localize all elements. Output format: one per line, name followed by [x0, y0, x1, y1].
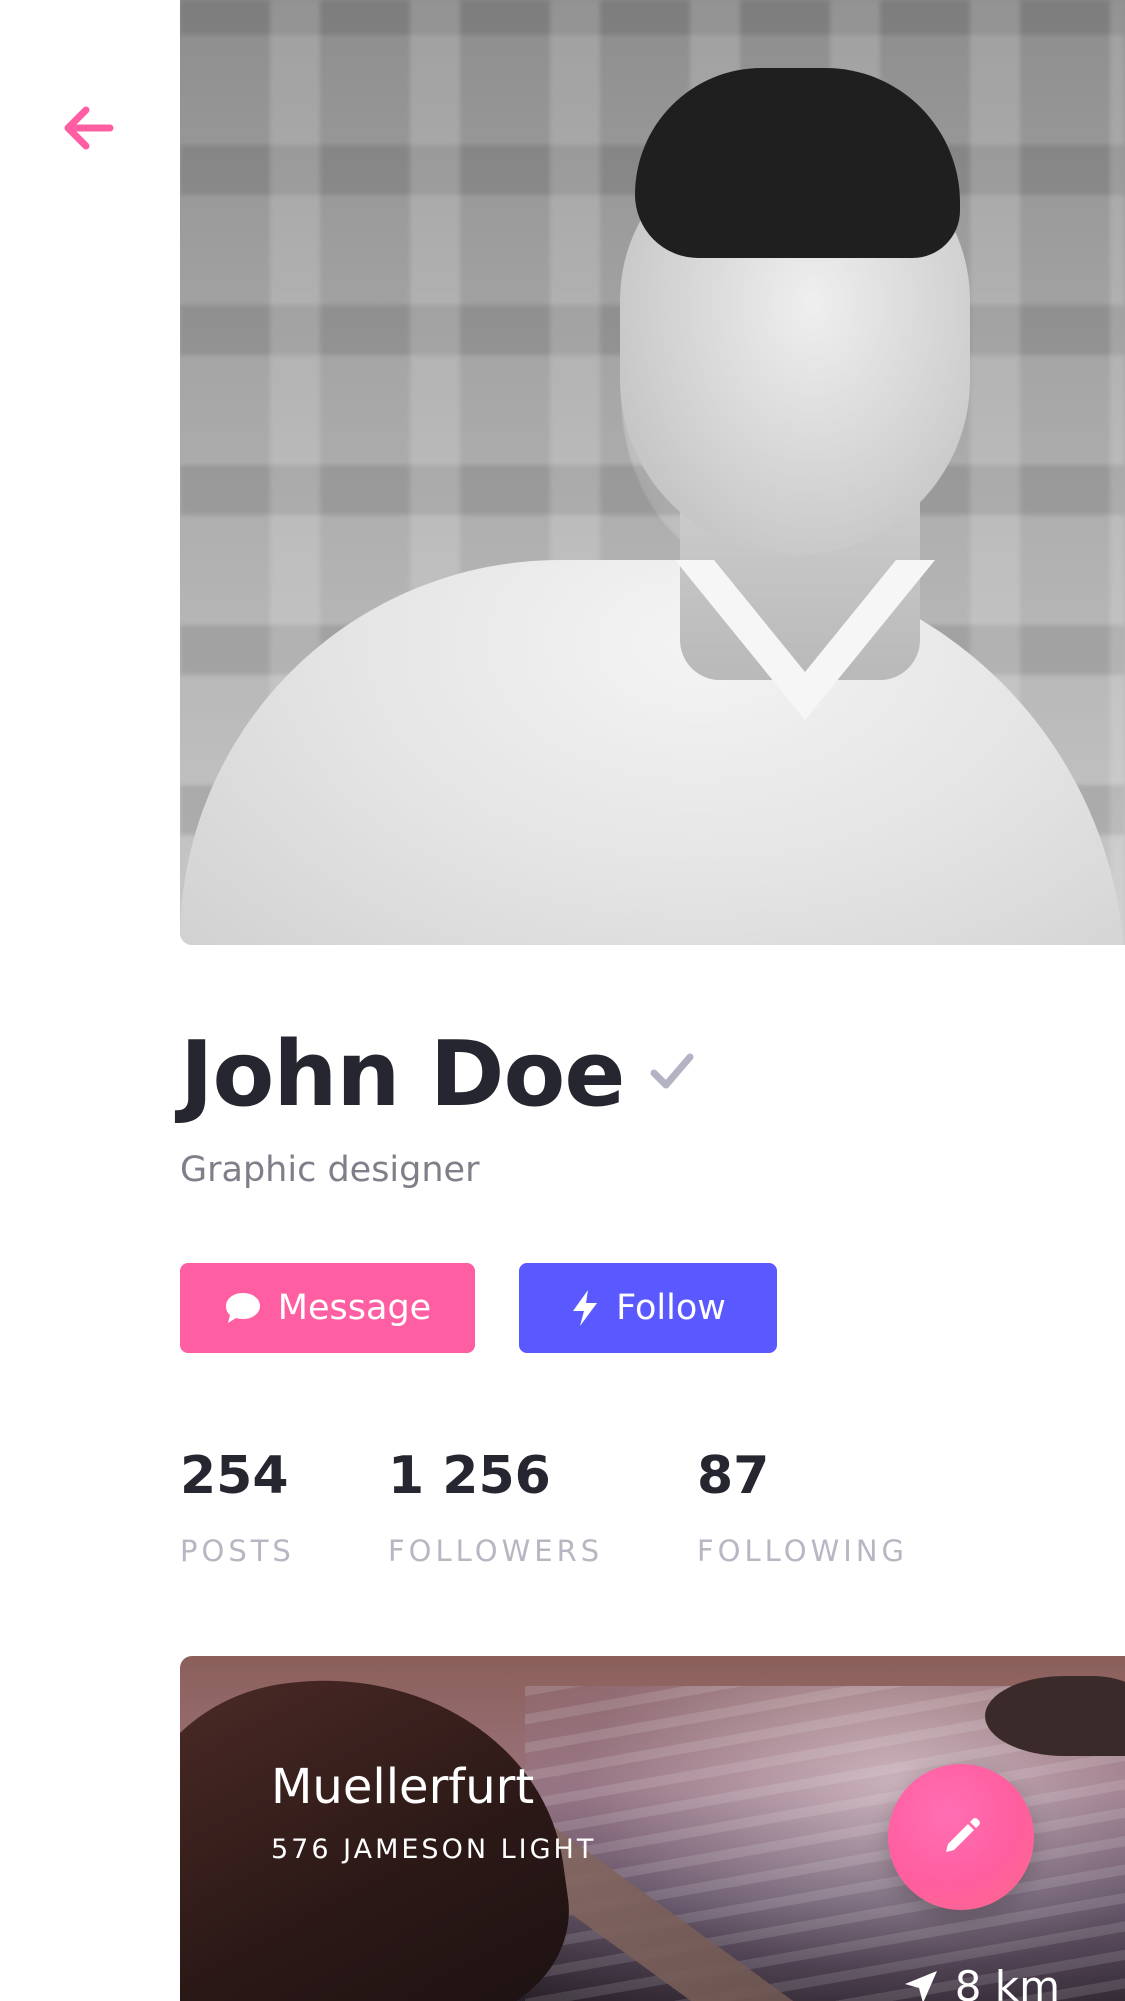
location-arrow-icon: [904, 1970, 937, 2001]
arrow-left-icon: [64, 106, 114, 150]
stat-followers-value: 1 256: [388, 1446, 551, 1506]
location-distance-value: 8 km: [954, 1962, 1060, 2001]
edit-fab-button[interactable]: [888, 1764, 1034, 1910]
stat-following[interactable]: 87 FOLLOWING: [697, 1450, 908, 1568]
stat-following-label: FOLLOWING: [697, 1534, 909, 1568]
pencil-icon: [946, 1818, 980, 1852]
location-address: 576 JAMESON LIGHT: [271, 1834, 597, 1865]
checkmark-icon: [650, 1053, 694, 1089]
profile-name: John Doe: [180, 1022, 625, 1127]
profile-photo: [180, 0, 1125, 945]
stat-posts-label: POSTS: [180, 1534, 295, 1568]
stat-posts-value: 254: [180, 1446, 289, 1506]
location-distance: 8 km: [903, 1962, 1060, 2001]
back-button[interactable]: [52, 92, 124, 164]
message-button[interactable]: Message: [180, 1263, 475, 1353]
location-title: Muellerfurt: [271, 1759, 535, 1815]
stat-followers[interactable]: 1 256 FOLLOWERS: [388, 1450, 603, 1568]
profile-screen: John Doe Graphic designer Message Follow…: [0, 0, 1125, 2001]
stat-following-value: 87: [697, 1446, 770, 1506]
stat-posts[interactable]: 254 POSTS: [180, 1450, 295, 1568]
chat-bubble-icon: [225, 1293, 260, 1323]
lightning-bolt-icon: [573, 1290, 598, 1326]
message-button-label: Message: [277, 1288, 432, 1328]
profile-role: Graphic designer: [180, 1150, 480, 1190]
follow-button[interactable]: Follow: [519, 1263, 777, 1353]
name-row: John Doe: [180, 1030, 698, 1120]
follow-button-label: Follow: [616, 1288, 726, 1328]
stat-followers-label: FOLLOWERS: [388, 1534, 604, 1568]
